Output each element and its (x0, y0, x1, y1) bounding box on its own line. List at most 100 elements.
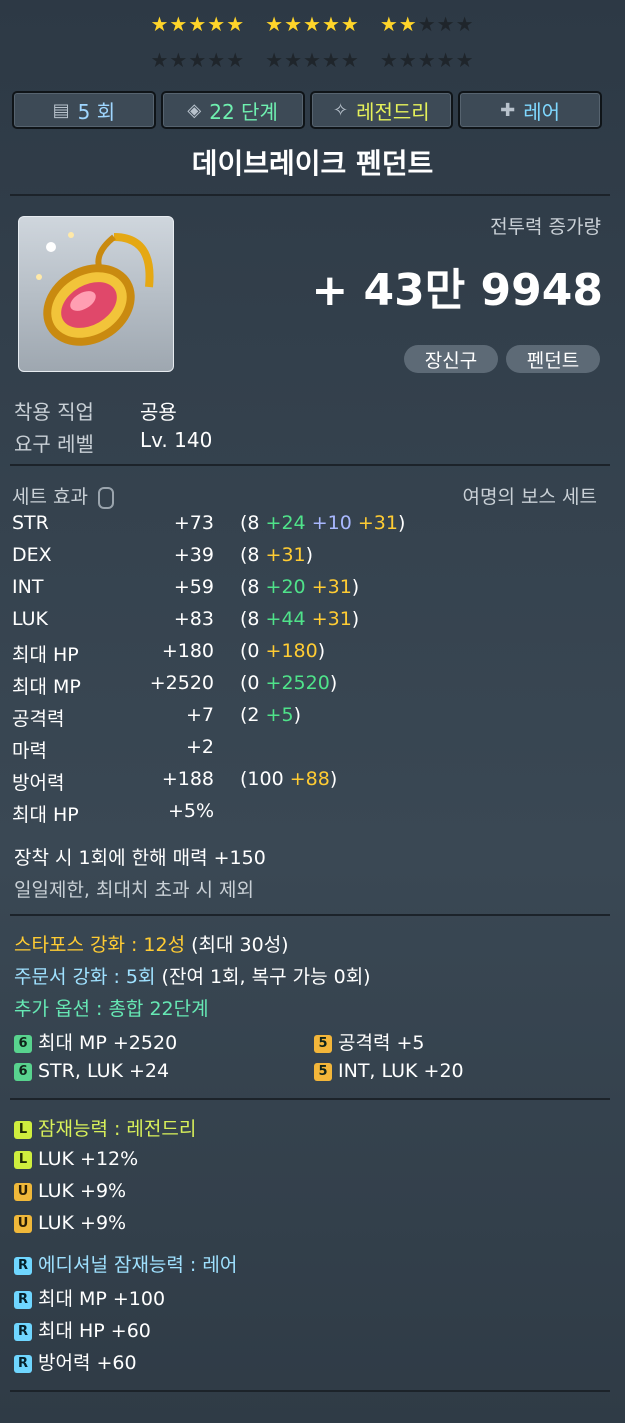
limit-note: 일일제한, 최대치 초과 시 제외 (14, 879, 254, 901)
unique-grade-icon: U (14, 1182, 32, 1201)
stat-name: DEX (12, 544, 52, 566)
grade-6-icon: 6 (14, 1062, 32, 1081)
set-effect-label: 세트 효과 (12, 482, 115, 509)
stat-name: INT (12, 576, 44, 598)
stat-part: +44 (265, 608, 312, 630)
req-level-label: 요구 레벨 (14, 432, 94, 456)
stat-total: +180 (161, 640, 214, 662)
stat-total: +73 (173, 512, 214, 534)
star-group: ★★★★★ (380, 12, 475, 36)
star-filled-icon: ★ (303, 12, 322, 36)
divider (10, 194, 610, 196)
stat-total: +188 (161, 768, 214, 790)
divider (10, 464, 610, 466)
stat-row: 최대 HP +180 (0 +180) (12, 640, 612, 670)
stat-part: +24 (265, 512, 312, 534)
stat-breakdown: (8 +20 +31) (240, 576, 360, 598)
stat-part: +180 (265, 640, 318, 662)
stat-breakdown: (2 +5) (240, 704, 301, 726)
star-empty-icon: ★ (340, 48, 360, 72)
stat-part: +31 (311, 608, 352, 630)
tag-category: 장신구 (404, 345, 498, 373)
stat-row: STR +73 (8 +24 +10 +31) (12, 512, 612, 542)
tag-type: 펜던트 (506, 345, 600, 373)
req-level-value: Lv. 140 (140, 428, 213, 452)
tab-potential[interactable]: ✧ 레전드리 (309, 91, 454, 129)
req-job-label: 착용 직업 (14, 400, 94, 424)
star-empty-icon: ★ (436, 12, 456, 36)
summary-tabs: ▤ 5 회 ◈ 22 단계 ✧ 레전드리 ✚ 레어 (12, 91, 602, 129)
stat-total: +5% (167, 800, 214, 822)
starforce-row-1: ★★★★★ ★★★★★ ★★★★★ (0, 12, 625, 36)
grade-5-icon: 5 (314, 1062, 332, 1081)
stat-name: 마력 (12, 740, 47, 762)
star-group: ★★★★★ (150, 12, 245, 36)
star-group: ★★★★★ (265, 12, 360, 36)
star-empty-icon: ★ (398, 48, 418, 72)
grade-6-icon: 6 (14, 1034, 32, 1053)
flame-option: 5 INT, LUK +20 (314, 1060, 464, 1082)
star-empty-icon: ★ (417, 48, 437, 72)
stat-row: 공격력 +7 (2 +5) (12, 704, 612, 734)
star-empty-icon: ★ (188, 48, 208, 72)
star-empty-icon: ★ (150, 48, 170, 72)
additional-title: R 에디셔널 잠재능력 : 레어 (14, 1250, 237, 1277)
stat-row: 마력 +2 (12, 736, 612, 766)
potential-line: L LUK +12% (14, 1148, 138, 1170)
stat-name: 최대 HP (12, 804, 79, 826)
star-filled-icon: ★ (340, 12, 360, 36)
tab-scroll[interactable]: ▤ 5 회 (12, 91, 156, 129)
stat-part: +5 (265, 704, 294, 726)
divider (10, 1390, 610, 1392)
stat-row: 방어력 +188 (100 +88) (12, 768, 612, 798)
stat-part: +31 (357, 512, 398, 534)
cp-value: + 43만 9948 (311, 265, 603, 316)
potential-icon: ✧ (333, 99, 349, 121)
star-group: ★★★★★ (380, 48, 475, 72)
star-filled-icon: ★ (379, 12, 399, 36)
additional-line: R 방어력 +60 (14, 1348, 137, 1375)
stat-part: +2520 (265, 672, 330, 694)
star-empty-icon: ★ (226, 48, 246, 72)
potential-line: U LUK +9% (14, 1180, 126, 1202)
stat-part: +31 (265, 544, 306, 566)
star-empty-icon: ★ (379, 48, 399, 72)
star-empty-icon: ★ (417, 12, 437, 36)
tab-additional[interactable]: ✚ 레어 (458, 91, 602, 129)
flame-info: 추가 옵션 : 총합 22단계 (14, 998, 209, 1020)
rare-grade-icon: R (14, 1322, 32, 1341)
rare-grade-icon: R (14, 1256, 32, 1275)
star-empty-icon: ★ (303, 48, 322, 72)
star-filled-icon: ★ (207, 12, 227, 36)
cp-label: 전투력 증가량 (490, 216, 601, 238)
star-empty-icon: ★ (321, 48, 341, 72)
unique-grade-icon: U (14, 1214, 32, 1233)
additional-line: R 최대 HP +60 (14, 1316, 151, 1343)
req-job-value: 공용 (140, 400, 177, 424)
starforce-row-2: ★★★★★ ★★★★★ ★★★★★ (0, 48, 625, 72)
stat-name: 최대 MP (12, 676, 81, 698)
star-filled-icon: ★ (321, 12, 341, 36)
stat-total: +59 (173, 576, 214, 598)
star-empty-icon: ★ (436, 48, 456, 72)
mouse-icon[interactable] (98, 486, 115, 509)
stat-name: 공격력 (12, 708, 65, 730)
star-filled-icon: ★ (188, 12, 208, 36)
stat-name: LUK (12, 608, 49, 630)
star-filled-icon: ★ (398, 12, 418, 36)
stat-breakdown: (8 +44 +31) (240, 608, 360, 630)
stat-row: LUK +83 (8 +44 +31) (12, 608, 612, 638)
stat-name: 방어력 (12, 772, 65, 794)
charm-note: 장착 시 1회에 한해 매력 +150 (14, 847, 266, 869)
stat-name: STR (12, 512, 49, 534)
stat-part: +88 (289, 768, 330, 790)
pendant-icon (36, 232, 154, 346)
tab-growth[interactable]: ◈ 22 단계 (160, 91, 305, 129)
rare-grade-icon: R (14, 1290, 32, 1309)
star-empty-icon: ★ (284, 48, 304, 72)
stat-total: +2 (185, 736, 214, 758)
star-group: ★★★★★ (265, 48, 360, 72)
set-name[interactable]: 여명의 보스 세트 (463, 482, 597, 509)
stat-breakdown: (0 +2520) (240, 672, 338, 694)
star-filled-icon: ★ (284, 12, 304, 36)
